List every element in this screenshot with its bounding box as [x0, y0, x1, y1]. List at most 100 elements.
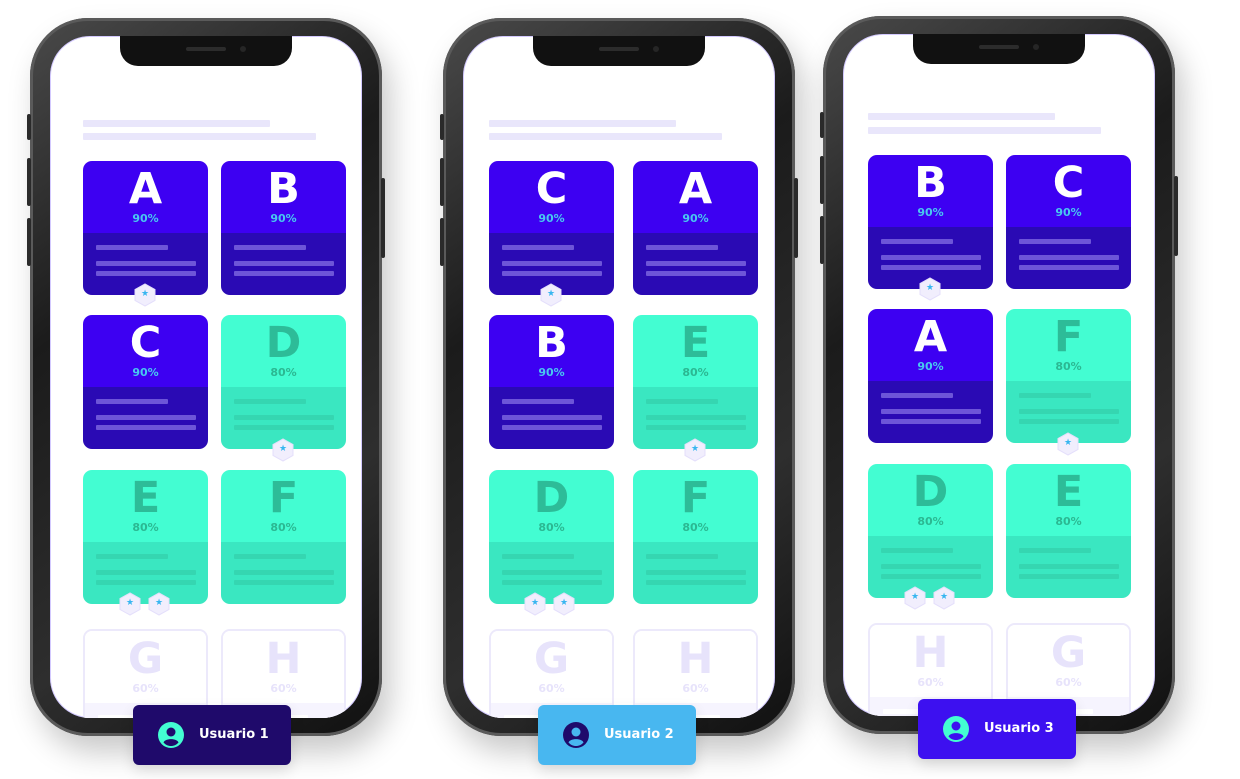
header-placeholder-line: [83, 133, 316, 140]
header-placeholder-line: [489, 120, 676, 127]
star-hexagon-icon: ★: [1056, 432, 1080, 456]
card-letter: A: [913, 312, 948, 362]
card-percent: 80%: [270, 521, 297, 534]
user-label: Usuario 3: [984, 721, 1054, 736]
header-placeholder-line: [83, 120, 270, 127]
star-hexagon-icon: ★: [552, 592, 576, 616]
phone-notch: [913, 34, 1085, 64]
phone-power-button: [794, 178, 798, 258]
phone-2: C 90% A 90% B 90% E 80% D 80% F 80% G 60% H 60%: [440, 18, 798, 736]
card-percent: 80%: [682, 366, 709, 379]
card-letter: E: [680, 318, 711, 368]
card-percent: 60%: [682, 682, 709, 695]
card-percent: 80%: [1055, 515, 1082, 528]
user-1-tag[interactable]: Usuario 1: [133, 705, 291, 765]
card-letter: F: [268, 473, 299, 523]
card-percent: 60%: [132, 682, 159, 695]
user-label: Usuario 1: [199, 727, 269, 742]
star-hexagon-icon: ★: [683, 438, 707, 462]
phone-volume-down-button: [440, 218, 444, 266]
user-label: Usuario 2: [604, 727, 674, 742]
result-card[interactable]: A 90%: [83, 161, 208, 295]
phone-screen: C 90% A 90% B 90% E 80% D 80% F 80% G 60% H 60%: [463, 36, 775, 718]
result-card[interactable]: F 80%: [633, 470, 758, 604]
card-letter: B: [914, 158, 947, 208]
result-card[interactable]: B 90%: [221, 161, 346, 295]
user-3-tag[interactable]: Usuario 3: [918, 699, 1076, 759]
card-letter: B: [267, 164, 300, 214]
phone-volume-up-button: [27, 158, 31, 206]
card-letter: F: [1053, 312, 1084, 362]
card-percent: 60%: [538, 682, 565, 695]
phone-volume-up-button: [440, 158, 444, 206]
card-letter: A: [128, 164, 163, 214]
card-percent: 60%: [270, 682, 297, 695]
card-letter: H: [677, 634, 714, 684]
user-avatar-icon: [563, 722, 589, 748]
card-percent: 80%: [1055, 360, 1082, 373]
user-avatar-icon: [943, 716, 969, 742]
phone-volume-up-button: [820, 156, 824, 204]
header-placeholder-line: [868, 113, 1055, 120]
result-card[interactable]: E 80%: [633, 315, 758, 449]
card-percent: 90%: [538, 366, 565, 379]
result-card[interactable]: C 90%: [1006, 155, 1131, 289]
result-card[interactable]: F 80%: [221, 470, 346, 604]
result-card[interactable]: A 90%: [633, 161, 758, 295]
star-hexagon-icon: ★: [918, 277, 942, 301]
result-card[interactable]: F 80%: [1006, 309, 1131, 443]
phone-3: B 90% C 90% A 90% F 80% D 80% E 80% H 60% G 60%: [820, 16, 1178, 734]
star-hexagon-icon: ★: [118, 592, 142, 616]
card-percent: 90%: [917, 206, 944, 219]
result-card[interactable]: B 90%: [868, 155, 993, 289]
phone-power-button: [381, 178, 385, 258]
card-letter: C: [1052, 158, 1085, 208]
card-percent: 90%: [682, 212, 709, 225]
star-hexagon-icon: ★: [523, 592, 547, 616]
phone-screen: A 90% B 90% C 90% D 80% E 80% F 80% G 60% H 60%: [50, 36, 362, 718]
star-hexagon-icon: ★: [133, 283, 157, 307]
card-percent: 60%: [1055, 676, 1082, 689]
star-hexagon-icon: ★: [903, 586, 927, 610]
result-card[interactable]: B 90%: [489, 315, 614, 449]
card-letter: D: [912, 467, 949, 517]
phone-volume-down-button: [820, 216, 824, 264]
card-letter: H: [912, 628, 949, 678]
result-card[interactable]: D 80%: [489, 470, 614, 604]
card-percent: 90%: [1055, 206, 1082, 219]
result-card[interactable]: C 90%: [489, 161, 614, 295]
card-percent: 60%: [917, 676, 944, 689]
card-letter: C: [535, 164, 568, 214]
result-card[interactable]: E 80%: [83, 470, 208, 604]
phone-notch: [533, 36, 705, 66]
card-letter: D: [265, 318, 302, 368]
header-placeholder-line: [489, 133, 722, 140]
result-card[interactable]: D 80%: [221, 315, 346, 449]
phone-side-button: [27, 114, 31, 140]
result-card[interactable]: C 90%: [83, 315, 208, 449]
card-percent: 80%: [538, 521, 565, 534]
card-letter: H: [265, 634, 302, 684]
header-placeholder-line: [868, 127, 1101, 134]
star-hexagon-icon: ★: [539, 283, 563, 307]
card-letter: D: [533, 473, 570, 523]
result-card[interactable]: D 80%: [868, 464, 993, 598]
phone-notch: [120, 36, 292, 66]
card-percent: 90%: [132, 212, 159, 225]
card-percent: 90%: [132, 366, 159, 379]
star-hexagon-icon: ★: [932, 586, 956, 610]
user-2-tag[interactable]: Usuario 2: [538, 705, 696, 765]
phone-side-button: [440, 114, 444, 140]
phone-screen: B 90% C 90% A 90% F 80% D 80% E 80% H 60% G 60%: [843, 34, 1155, 716]
phone-1: A 90% B 90% C 90% D 80% E 80% F 80% G 60% H 60%: [27, 18, 385, 736]
user-avatar-icon: [158, 722, 184, 748]
result-card[interactable]: E 80%: [1006, 464, 1131, 598]
card-letter: G: [533, 634, 570, 684]
result-card[interactable]: A 90%: [868, 309, 993, 443]
card-letter: F: [680, 473, 711, 523]
card-percent: 80%: [270, 366, 297, 379]
card-percent: 80%: [917, 515, 944, 528]
card-percent: 80%: [682, 521, 709, 534]
card-percent: 90%: [270, 212, 297, 225]
card-percent: 90%: [538, 212, 565, 225]
